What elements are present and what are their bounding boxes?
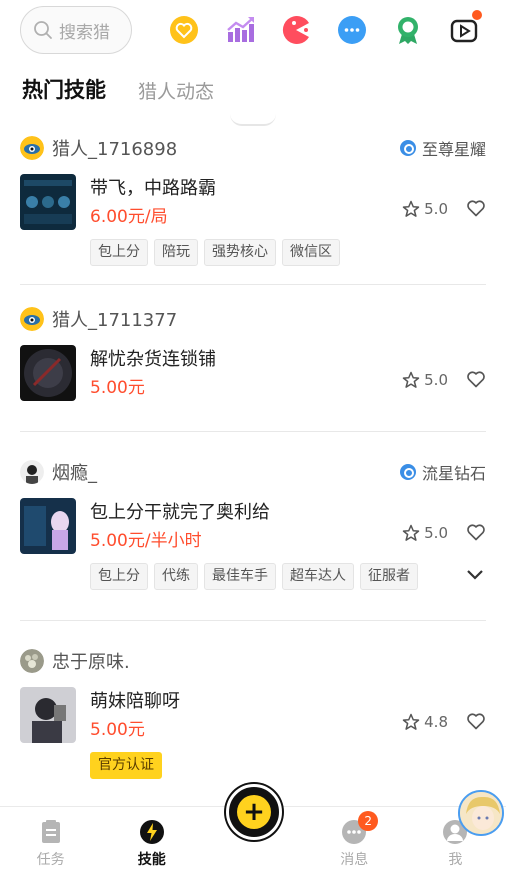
- rank-label: 流星钻石: [421, 464, 486, 483]
- avatar[interactable]: [20, 460, 44, 484]
- publish-button[interactable]: +: [226, 784, 282, 840]
- rank-badge: 至尊星耀: [399, 136, 486, 160]
- tag-list: 包上分 陪玩 强势核心 微信区: [90, 238, 486, 266]
- username[interactable]: 忠于原味.: [52, 648, 130, 674]
- skill-thumbnail[interactable]: [20, 174, 76, 230]
- avatar[interactable]: [20, 649, 44, 673]
- top-bar: 搜索猎: [0, 0, 506, 62]
- avatar[interactable]: [20, 307, 44, 331]
- floating-avatar[interactable]: [458, 790, 504, 836]
- username[interactable]: 猎人_1716898: [52, 135, 177, 161]
- rating-value: 4.8: [424, 713, 448, 731]
- rating-value: 5.0: [424, 524, 448, 542]
- skill-price: 5.00元/半小时: [90, 531, 202, 551]
- favorite-heart-icon[interactable]: [466, 198, 486, 218]
- tag-list: 官方认证: [90, 751, 486, 779]
- username[interactable]: 烟瘾_: [52, 459, 97, 485]
- skill-card[interactable]: 忠于原味. 萌妹陪聊呀 5.00元 4.8 官方认证: [0, 621, 506, 791]
- lightning-icon: [139, 820, 164, 844]
- tag: 征服者: [360, 562, 418, 590]
- rating: 4.8: [402, 713, 448, 731]
- official-certified-badge: 官方认证: [90, 751, 162, 779]
- favorite-heart-icon[interactable]: [466, 711, 486, 731]
- rating-value: 5.0: [424, 371, 448, 389]
- tag-list: 包上分 代练 最佳车手 超车达人 征服者: [90, 562, 486, 590]
- chevron-down-icon[interactable]: [466, 568, 484, 580]
- chat-bubble-icon[interactable]: [334, 12, 370, 48]
- skill-card[interactable]: 猎人_1716898 至尊星耀 带飞，中路路霸 6.00元/局 5.0 包上分 …: [0, 126, 506, 284]
- nav-messages[interactable]: 2 消息: [304, 807, 405, 872]
- tag: 超车达人: [282, 562, 354, 590]
- favorite-heart-icon[interactable]: [466, 369, 486, 389]
- nav-skills[interactable]: 技能: [101, 807, 202, 872]
- unread-badge: 2: [358, 811, 379, 831]
- skill-card[interactable]: 烟瘾_ 流星钻石 包上分干就完了奥利给 5.00元/半小时 5.0 包上分 代练…: [0, 432, 506, 620]
- skill-title: 解忧杂货连锁铺: [90, 349, 216, 370]
- rank-badge: 流星钻石: [399, 460, 486, 484]
- rating: 5.0: [402, 524, 448, 542]
- tag: 代练: [154, 562, 198, 590]
- video-icon[interactable]: [446, 10, 482, 48]
- male-icon: [399, 140, 416, 156]
- skill-thumbnail[interactable]: [20, 498, 76, 554]
- content-tabs: 热门技能 猎人动态: [22, 72, 246, 108]
- rating: 5.0: [402, 371, 448, 389]
- search-icon: [34, 21, 52, 39]
- tag: 陪玩: [154, 238, 198, 266]
- favorite-heart-icon[interactable]: [466, 522, 486, 542]
- star-icon: [402, 371, 420, 388]
- nav-label: 我: [448, 852, 463, 868]
- heart-coin-icon[interactable]: [166, 12, 202, 48]
- search-box[interactable]: 搜索猎: [20, 6, 132, 54]
- male-icon: [399, 464, 416, 480]
- rank-label: 至尊星耀: [421, 140, 486, 159]
- pacman-icon[interactable]: [278, 12, 314, 48]
- search-placeholder: 搜索猎: [59, 22, 110, 43]
- skill-card[interactable]: 猎人_1711377 解忧杂货连锁铺 5.00元 5.0: [0, 285, 506, 431]
- plus-icon: +: [237, 795, 271, 829]
- star-icon: [402, 713, 420, 730]
- skill-thumbnail[interactable]: [20, 687, 76, 743]
- rating-value: 5.0: [424, 200, 448, 218]
- skill-title: 带飞，中路路霸: [90, 178, 216, 199]
- tag: 微信区: [282, 238, 340, 266]
- skill-title: 萌妹陪聊呀: [90, 691, 180, 712]
- pull-refresh-hint: [230, 114, 276, 126]
- medal-icon[interactable]: [390, 12, 426, 48]
- tab-hot-skills[interactable]: 热门技能: [22, 74, 106, 108]
- skill-price: 6.00元/局: [90, 207, 168, 227]
- skill-feed: 猎人_1716898 至尊星耀 带飞，中路路霸 6.00元/局 5.0 包上分 …: [0, 126, 506, 791]
- skill-price: 5.00元: [90, 720, 145, 740]
- tag: 包上分: [90, 562, 148, 590]
- rating: 5.0: [402, 200, 448, 218]
- username[interactable]: 猎人_1711377: [52, 306, 177, 332]
- nav-label: 任务: [36, 852, 65, 868]
- tag: 包上分: [90, 238, 148, 266]
- nav-label: 消息: [340, 852, 369, 868]
- nav-label: 技能: [137, 852, 166, 868]
- star-icon: [402, 524, 420, 541]
- chart-icon[interactable]: [222, 12, 258, 48]
- nav-tasks[interactable]: 任务: [0, 807, 101, 872]
- tab-hunter-activity[interactable]: 猎人动态: [138, 77, 214, 108]
- tag: 强势核心: [204, 238, 276, 266]
- skill-title: 包上分干就完了奥利给: [90, 502, 270, 523]
- star-icon: [402, 200, 420, 217]
- skill-price: 5.00元: [90, 378, 145, 398]
- tag: 最佳车手: [204, 562, 276, 590]
- avatar[interactable]: [20, 136, 44, 160]
- task-list-icon: [41, 820, 60, 843]
- notification-dot: [472, 10, 482, 20]
- skill-thumbnail[interactable]: [20, 345, 76, 401]
